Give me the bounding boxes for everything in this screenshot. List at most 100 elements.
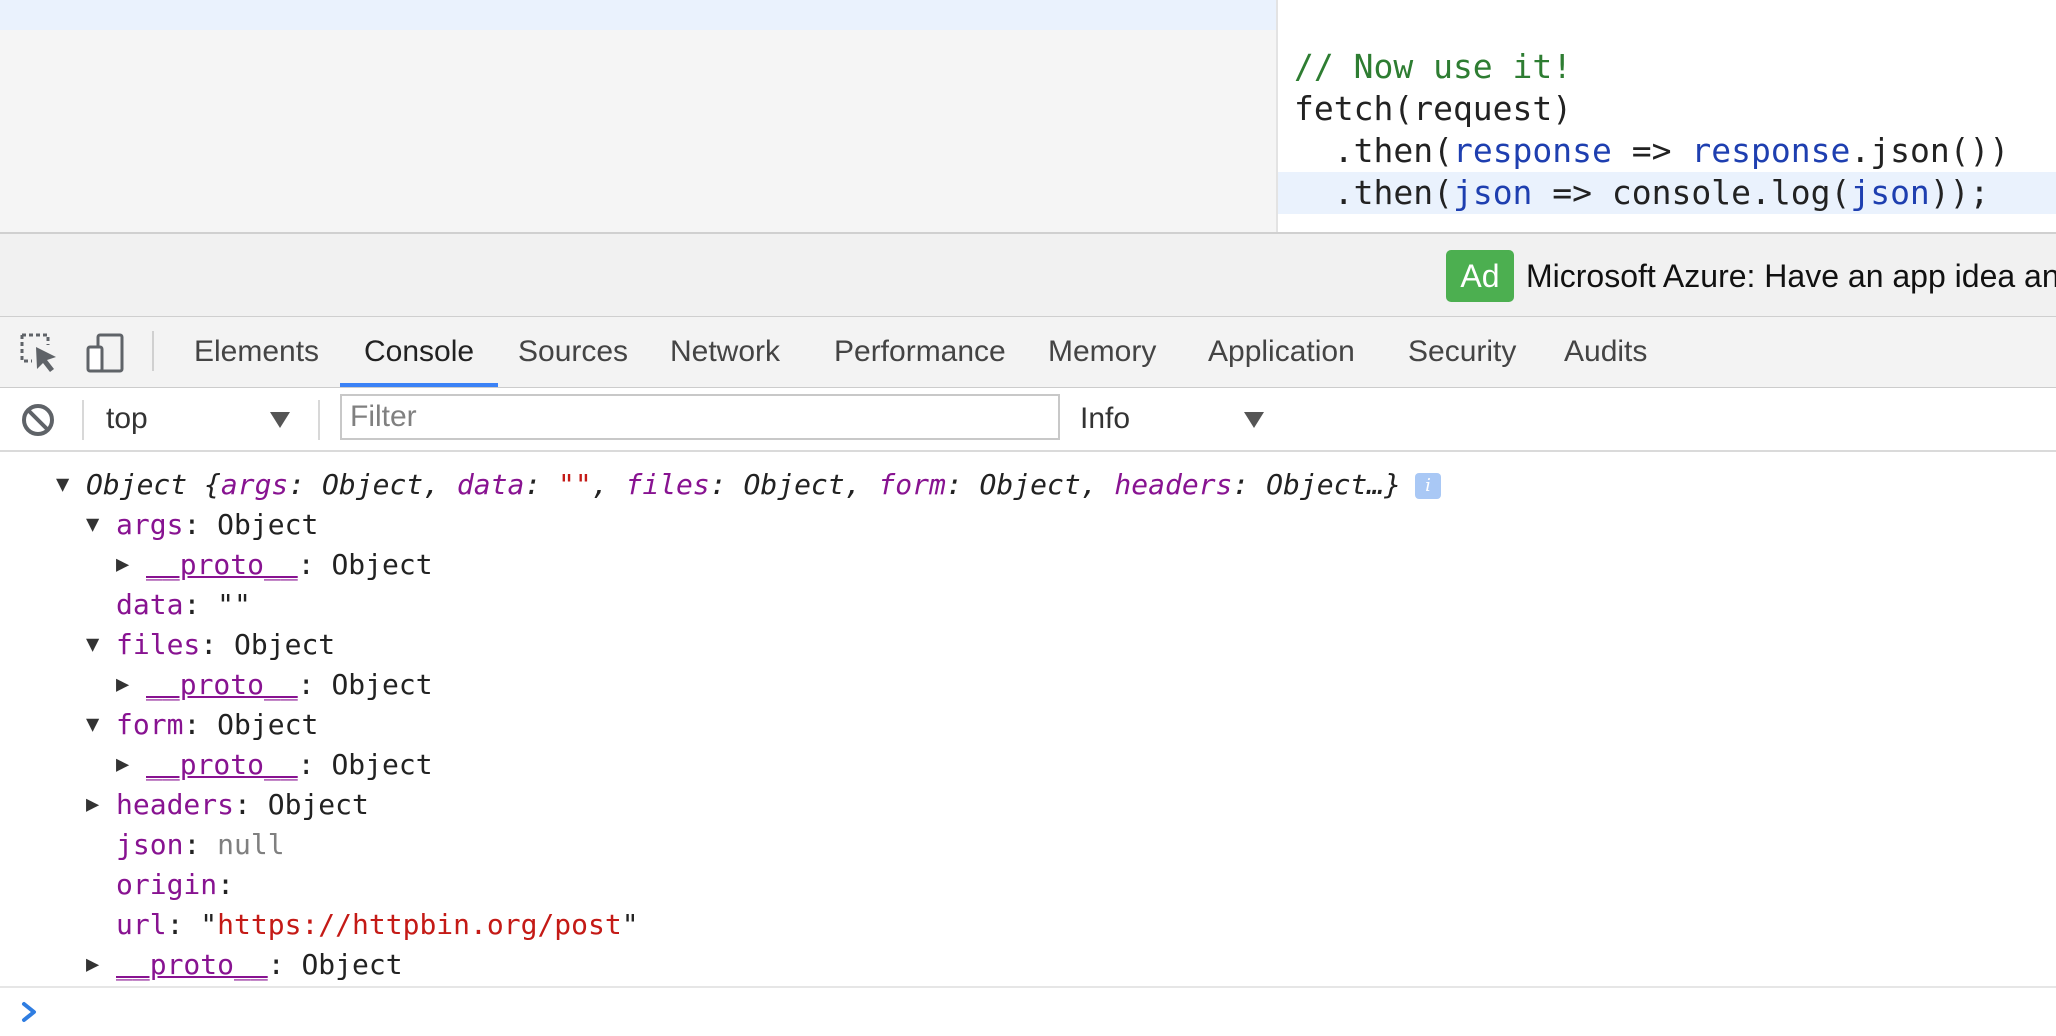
tree-row-proto[interactable]: ▶ __proto__: Object [116, 745, 433, 785]
toolbar-divider [152, 331, 154, 371]
tree-value: Object [267, 788, 369, 821]
tab-security[interactable]: Security [1384, 317, 1540, 387]
dropdown-arrow-icon [1244, 412, 1264, 428]
expanded-triangle-icon[interactable]: ▼ [86, 625, 116, 665]
tab-memory[interactable]: Memory [1024, 317, 1180, 387]
tree-key: args [116, 508, 184, 541]
tab-sources[interactable]: Sources [494, 317, 652, 387]
code-line-comment: // Now use it! [1294, 47, 1573, 86]
toolbar-divider [82, 400, 84, 440]
tree-key: form [116, 708, 184, 741]
tree-value[interactable]: https://httpbin.org/post [217, 908, 622, 941]
left-panel-highlight [0, 0, 1276, 30]
expanded-triangle-icon[interactable]: ▼ [86, 705, 116, 745]
summary-value: Object [322, 468, 424, 501]
console-output: ▼ Object {args: Object, data: "", files: … [0, 452, 2056, 986]
tree-row-proto[interactable]: ▶ __proto__: Object [86, 945, 403, 985]
tab-network[interactable]: Network [646, 317, 804, 387]
tree-row-files[interactable]: ▼ files: Object [86, 625, 335, 665]
tab-performance[interactable]: Performance [810, 317, 1030, 387]
context-select[interactable]: top [106, 396, 296, 442]
tree-value: Object [301, 948, 403, 981]
summary-value: Object…} [1266, 468, 1401, 501]
tab-audits[interactable]: Audits [1540, 317, 1671, 387]
tree-value: Object [217, 508, 319, 541]
page-content-area: // Now use it! fetch(request) .then(resp… [0, 0, 2056, 232]
tree-value: Object [331, 668, 433, 701]
summary-prefix: Object { [86, 468, 221, 501]
code-token-variable: json [1850, 173, 1930, 212]
expanded-triangle-icon[interactable]: ▼ [86, 505, 116, 545]
tree-row-origin: origin: [116, 868, 251, 901]
tree-row-url: url: "https://httpbin.org/post" [116, 908, 639, 941]
log-level-value: Info [1080, 402, 1131, 435]
summary-value: "" [558, 468, 592, 501]
collapsed-triangle-icon[interactable]: ▶ [116, 545, 146, 585]
collapsed-triangle-icon[interactable]: ▶ [86, 785, 116, 825]
tab-console[interactable]: Console [340, 317, 499, 387]
summary-value: Object [743, 468, 845, 501]
summary-value: Object [979, 468, 1081, 501]
summary-key: args [220, 468, 289, 501]
tree-row-form[interactable]: ▼ form: Object [86, 705, 318, 745]
code-line-then-json: .then(json => console.log(json)); [1278, 172, 2056, 214]
console-prompt-icon [22, 1002, 36, 1022]
toolbar-divider [318, 400, 320, 440]
tree-key: url [116, 908, 167, 941]
tree-key: __proto__ [146, 748, 298, 781]
tab-elements[interactable]: Elements [170, 317, 343, 387]
summary-key: form [878, 468, 946, 501]
log-level-select[interactable]: Info [1080, 396, 1280, 442]
ad-text[interactable]: Microsoft Azure: Have an app idea an [1526, 250, 2056, 302]
collapsed-triangle-icon[interactable]: ▶ [116, 665, 146, 705]
console-prompt[interactable] [0, 986, 2056, 1036]
tree-value: Object [331, 548, 433, 581]
code-token-variable: response [1452, 131, 1612, 170]
info-icon[interactable]: i [1415, 473, 1441, 499]
code-token: => [1611, 131, 1692, 170]
code-token: => console.log( [1532, 173, 1851, 212]
tree-row-proto[interactable]: ▶ __proto__: Object [116, 545, 433, 585]
tree-key: headers [116, 788, 235, 821]
summary-key: files [625, 468, 710, 501]
tree-row-data: data: "" [116, 588, 251, 621]
tab-application[interactable]: Application [1184, 317, 1379, 387]
dropdown-arrow-icon [270, 412, 290, 428]
tree-key: __proto__ [146, 548, 298, 581]
code-token-variable: json [1452, 173, 1533, 212]
tree-key: files [116, 628, 201, 661]
code-token: .json()) [1850, 131, 2010, 170]
ad-badge: Ad [1446, 250, 1514, 302]
inspect-element-icon[interactable] [18, 331, 62, 375]
filter-input[interactable] [340, 394, 1060, 440]
collapsed-triangle-icon[interactable]: ▶ [86, 945, 116, 985]
code-line-then-response: .then(response => response.json()) [1294, 130, 2010, 172]
tree-key: __proto__ [116, 948, 268, 981]
tree-key: __proto__ [146, 668, 298, 701]
tree-row-args[interactable]: ▼ args: Object [86, 505, 318, 545]
devtools-tab-bar: Elements Console Sources Network Perform… [0, 316, 2056, 389]
summary-key: headers [1114, 468, 1233, 501]
ad-bar[interactable]: Ad Microsoft Azure: Have an app idea an [0, 232, 2056, 318]
tree-row-headers[interactable]: ▶ headers: Object [86, 785, 369, 825]
tree-key: data [116, 588, 184, 621]
tree-value: Object [217, 708, 319, 741]
tree-value: Object [234, 628, 336, 661]
collapsed-triangle-icon[interactable]: ▶ [116, 745, 146, 785]
clear-console-icon[interactable] [20, 402, 56, 438]
code-token: .then( [1294, 131, 1453, 170]
expanded-triangle-icon[interactable]: ▼ [56, 465, 86, 505]
code-line-fetch: fetch(request) [1294, 89, 1573, 128]
summary-key: data [456, 468, 525, 501]
code-editor[interactable]: // Now use it! fetch(request) .then(resp… [1278, 0, 2056, 232]
code-token-variable: response [1691, 131, 1851, 170]
tree-key: origin [116, 868, 218, 901]
code-token: )); [1929, 173, 1990, 212]
tree-value: null [217, 828, 285, 861]
code-token: .then( [1294, 173, 1453, 212]
device-toolbar-icon[interactable] [84, 331, 128, 375]
object-summary-row[interactable]: ▼ Object {args: Object, data: "", files: … [56, 465, 1441, 505]
tree-row-proto[interactable]: ▶ __proto__: Object [116, 665, 433, 705]
context-select-value: top [106, 402, 148, 435]
tree-value: Object [331, 748, 433, 781]
